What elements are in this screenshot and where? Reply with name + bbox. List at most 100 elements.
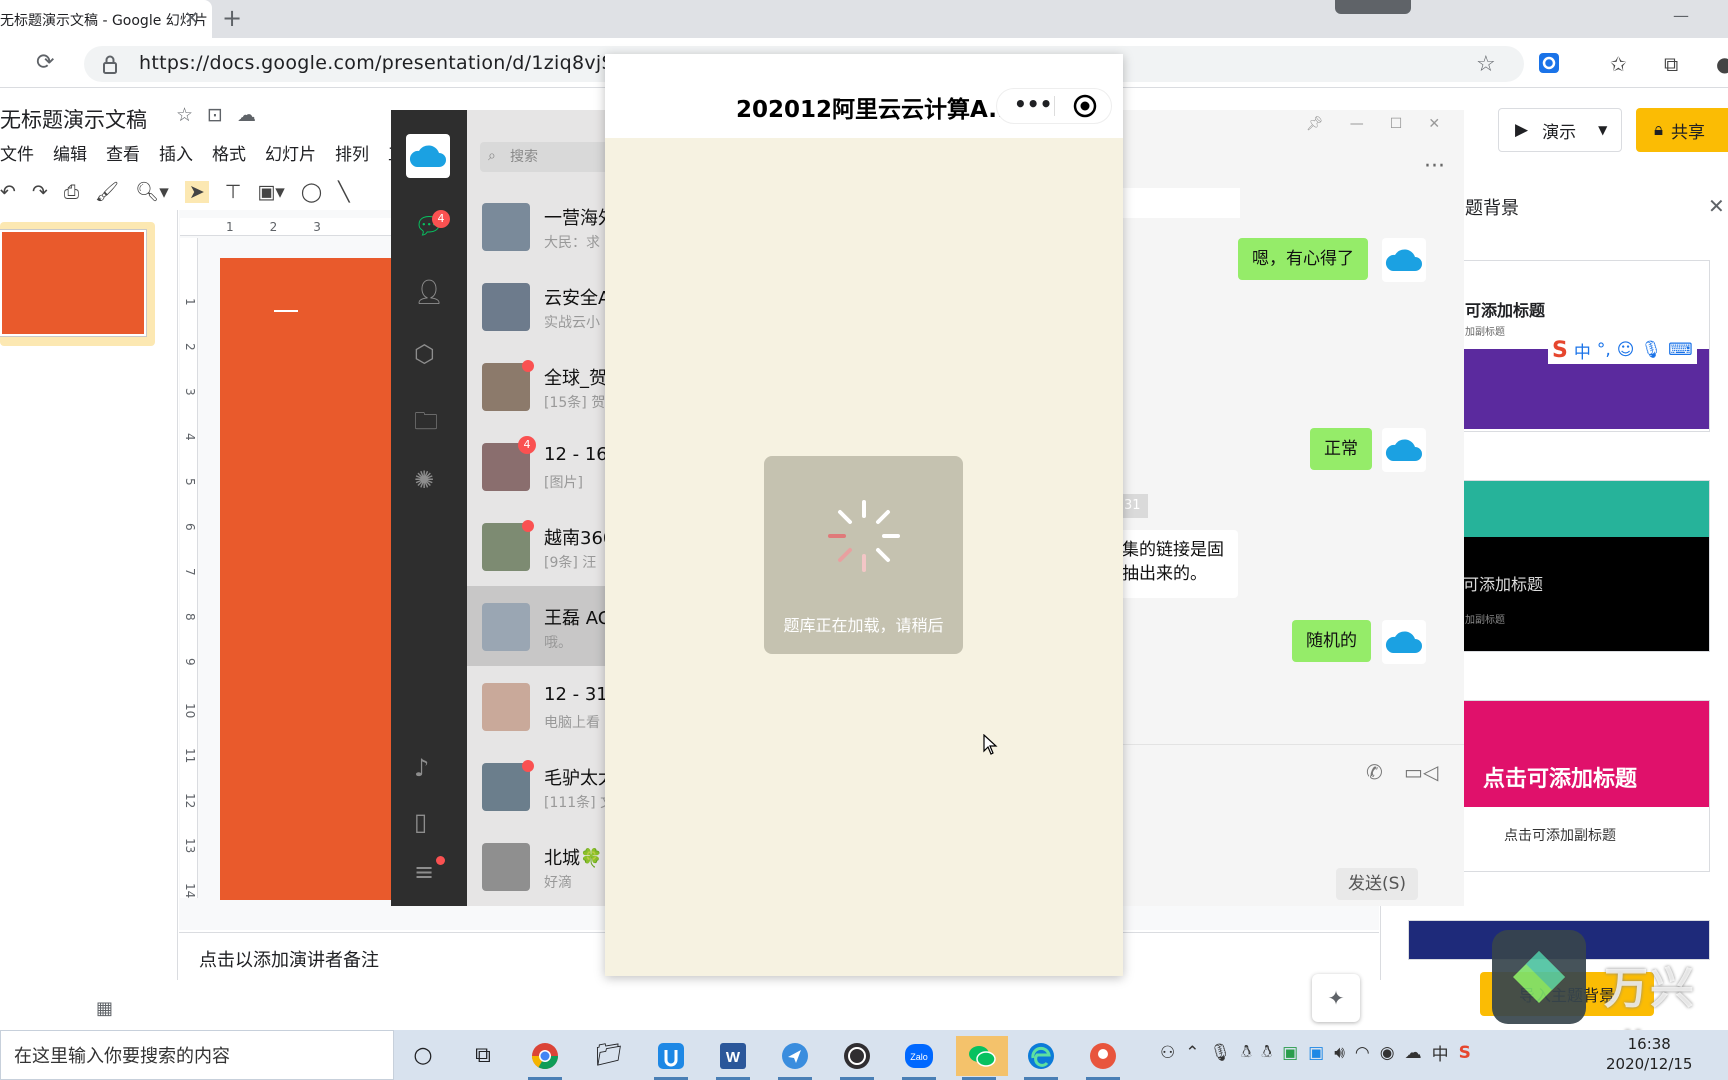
user-avatar[interactable] <box>1382 238 1426 282</box>
pin-icon[interactable]: 📌︎ <box>1306 116 1324 132</box>
obs-icon[interactable] <box>834 1036 880 1080</box>
close-mini-program-icon[interactable] <box>1072 93 1098 119</box>
conversation-item[interactable]: 北城🍀 好滴 <box>467 826 607 906</box>
app-red-icon[interactable] <box>1080 1036 1126 1080</box>
speaker-notes-placeholder[interactable]: 点击以添加演讲者备注 <box>199 946 379 972</box>
conversation-item[interactable]: 一营海外大民：求 <box>467 186 607 266</box>
emoji-icon[interactable]: ☺ <box>1617 340 1635 360</box>
share-button[interactable]: 🔒︎ 共享 <box>1636 108 1728 152</box>
search-input[interactable]: 搜索 <box>480 142 608 172</box>
conversation-item[interactable]: 越南360 [9条] 汪 <box>467 506 607 586</box>
qq-icon[interactable]: 🐧︎ <box>1241 1042 1251 1064</box>
zalo-icon[interactable]: Zalo <box>896 1036 942 1080</box>
file-explorer-icon[interactable]: 📁︎ <box>586 1036 632 1076</box>
taskbar-search-placeholder[interactable]: 在这里输入你要搜索的内容 <box>14 1042 230 1068</box>
select-cursor-icon[interactable]: ➤ <box>184 180 209 203</box>
task-view-icon[interactable]: ⧉ <box>460 1036 506 1076</box>
voice-call-icon[interactable]: ✆ <box>1366 760 1383 784</box>
close-icon[interactable]: ✕ <box>184 8 199 29</box>
zoom-icon[interactable]: 🔍︎▾ <box>135 180 169 203</box>
slide[interactable] <box>220 258 400 900</box>
conversation-item[interactable]: 王磊 AC 哦。 <box>467 586 607 666</box>
menu-file[interactable]: 文件 <box>0 140 34 165</box>
tray-app-icon[interactable]: ▣ <box>1308 1043 1324 1063</box>
slide-thumbnail[interactable] <box>0 229 147 337</box>
reload-icon[interactable]: ⟳ <box>36 50 54 75</box>
ime-language-tray[interactable]: 中 <box>1432 1040 1449 1065</box>
word-icon[interactable]: W <box>710 1036 756 1080</box>
punctuation-icon[interactable]: °, <box>1597 340 1611 360</box>
edge-icon[interactable] <box>1018 1036 1064 1080</box>
conversation-item[interactable]: 12 - 31 电脑上看 <box>467 666 607 746</box>
chrome-tray-icon[interactable]: ◉ <box>1380 1043 1395 1063</box>
more-icon[interactable]: ••• <box>1014 92 1052 116</box>
wechat-icon[interactable] <box>956 1036 1008 1080</box>
ime-language[interactable]: 中 <box>1574 338 1591 363</box>
document-title[interactable]: 无标题演示文稿 <box>0 104 147 134</box>
conversation-item[interactable]: 12 - 16 [图片] <box>467 426 607 506</box>
menu-insert[interactable]: 插入 <box>159 140 193 165</box>
menu-arrange[interactable]: 排列 <box>335 140 369 165</box>
conversation-item[interactable]: 云安全A 实战云小 <box>467 266 607 346</box>
line-icon[interactable]: ╲ <box>338 181 349 203</box>
wifi-icon[interactable]: ◠ <box>1355 1043 1370 1063</box>
menu-view[interactable]: 查看 <box>106 140 140 165</box>
favorites-icon[interactable]: ✩ <box>1610 52 1627 76</box>
grid-view-icon[interactable]: ▦ <box>96 998 113 1019</box>
star-icon[interactable]: ☆ <box>176 104 193 126</box>
new-tab-button[interactable]: + <box>222 4 242 32</box>
music-icon[interactable]: ♪ <box>414 754 429 782</box>
extension-icon[interactable] <box>1538 52 1560 74</box>
volume-icon[interactable]: 🔊︎ <box>1334 1043 1345 1063</box>
feishu-icon[interactable] <box>772 1036 818 1080</box>
phone-device-icon[interactable]: ▯ <box>414 808 427 836</box>
more-icon[interactable]: ··· <box>1424 154 1445 179</box>
chrome-icon[interactable] <box>522 1036 568 1080</box>
collections-icon[interactable]: ⧉ <box>1664 52 1678 76</box>
microphone-icon[interactable]: 🎙︎ <box>1641 340 1663 360</box>
app-icon[interactable] <box>648 1036 694 1080</box>
sogou-logo-icon[interactable]: S <box>1552 338 1568 363</box>
profile-icon[interactable]: ● <box>1716 52 1728 76</box>
menu-format[interactable]: 格式 <box>212 140 246 165</box>
keyboard-icon[interactable]: ⌨ <box>1668 340 1693 360</box>
conversation-item[interactable]: 毛驴太太 [111条] 文 <box>467 746 607 826</box>
url-text[interactable]: https://docs.google.com/presentation/d/1… <box>139 52 652 74</box>
image-icon[interactable]: ▣▾ <box>257 181 285 203</box>
minimize-icon[interactable]: — <box>1350 116 1364 132</box>
conversation-item[interactable]: 全球_贺 [15条] 贺 <box>467 346 607 426</box>
close-icon[interactable]: ✕ <box>1708 194 1725 218</box>
cortana-icon[interactable]: ○ <box>400 1036 446 1076</box>
sogou-tray-icon[interactable]: S <box>1459 1043 1471 1063</box>
paint-format-icon[interactable]: 🖌 <box>95 180 119 203</box>
tray-app-icon[interactable]: ▣ <box>1282 1043 1298 1063</box>
box-icon[interactable]: ⬡ <box>414 340 435 368</box>
send-button[interactable]: 发送(S) <box>1336 868 1418 900</box>
bookmark-star-icon[interactable]: ☆ <box>1476 52 1496 77</box>
chevron-down-icon[interactable]: ▼ <box>1598 123 1607 137</box>
clock[interactable]: 16:38 2020/12/15 <box>1606 1034 1692 1074</box>
people-icon[interactable]: ⚇ <box>1160 1043 1175 1063</box>
chevron-up-icon[interactable]: ⌃ <box>1185 1043 1199 1063</box>
slide-title-placeholder[interactable] <box>274 310 298 312</box>
browser-tab[interactable]: 无标题演示文稿 - Google 幻灯片 ✕ <box>0 0 212 38</box>
user-avatar[interactable] <box>1382 428 1426 472</box>
cloud-icon[interactable]: ☁ <box>1405 1043 1422 1063</box>
cloud-status-icon[interactable]: ☁ <box>237 104 256 126</box>
menu-icon[interactable]: ≡ <box>414 858 434 886</box>
contacts-icon[interactable]: 👤︎ <box>414 278 444 306</box>
present-button[interactable]: ▶ 演示 ▼ <box>1498 108 1622 152</box>
user-avatar[interactable] <box>1382 620 1426 664</box>
close-icon[interactable]: ✕ <box>1428 116 1440 132</box>
minimize-icon[interactable]: — <box>1673 6 1689 25</box>
menu-edit[interactable]: 编辑 <box>53 140 87 165</box>
redo-icon[interactable]: ↷ <box>32 181 48 203</box>
microphone-icon[interactable]: 🎙︎ <box>1210 1043 1232 1063</box>
explore-button[interactable]: ✦ <box>1312 974 1360 1022</box>
video-call-icon[interactable]: ▭◁ <box>1404 760 1438 784</box>
print-icon[interactable]: ⎙ <box>64 181 79 203</box>
menu-slide[interactable]: 幻灯片 <box>265 140 316 165</box>
move-folder-icon[interactable]: ⊡ <box>207 104 223 126</box>
shape-icon[interactable]: ◯ <box>301 181 322 203</box>
folder-icon[interactable]: 🗀 <box>414 404 438 445</box>
